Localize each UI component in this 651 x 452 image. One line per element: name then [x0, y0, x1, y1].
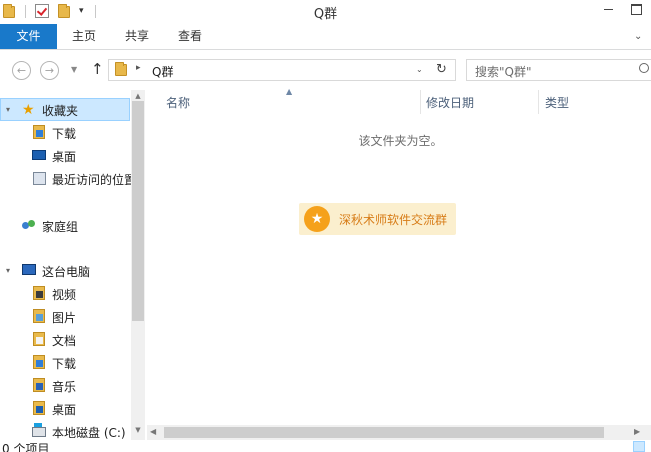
sidebar-item-label: 桌面	[52, 403, 77, 417]
tab-home[interactable]: 主页	[60, 24, 108, 49]
tab-share[interactable]: 共享	[113, 24, 161, 49]
sidebar-item-label: 下载	[52, 127, 77, 141]
maximize-button[interactable]	[622, 0, 650, 20]
sort-ascending-icon: ▲	[286, 87, 293, 96]
sidebar-item-label: 视频	[52, 288, 77, 302]
desktop-folder-icon	[33, 401, 45, 415]
sidebar-item-label: 文档	[52, 334, 77, 348]
refresh-button[interactable]: ↻	[428, 59, 456, 81]
recent-places-icon	[33, 172, 46, 185]
minimize-button[interactable]	[594, 0, 622, 20]
sidebar-item-pictures[interactable]: 图片	[0, 305, 130, 327]
star-icon: ★	[22, 102, 35, 118]
column-header-type[interactable]: 类型	[545, 94, 569, 111]
download-folder-icon	[33, 125, 45, 139]
drive-icon	[32, 423, 46, 437]
scroll-left-icon[interactable]: ◀	[150, 427, 156, 436]
back-button[interactable]: ←	[12, 61, 31, 80]
tab-view[interactable]: 查看	[166, 24, 214, 49]
videos-folder-icon	[33, 286, 45, 300]
tab-file[interactable]: 文件	[0, 24, 57, 49]
scroll-right-icon[interactable]: ▶	[634, 427, 640, 436]
pictures-folder-icon	[33, 309, 45, 323]
sidebar-item-desktop-pc[interactable]: 桌面	[0, 397, 130, 419]
chevron-right-icon[interactable]: ▸	[136, 63, 141, 73]
sidebar-scrollbar-thumb[interactable]	[132, 101, 144, 321]
expand-icon[interactable]: ▾	[6, 266, 10, 275]
expand-ribbon-icon[interactable]: ⌄	[634, 31, 642, 42]
homegroup-icon	[22, 219, 36, 231]
download-folder-icon	[33, 355, 45, 369]
sidebar-item-label: 最近访问的位置	[52, 173, 137, 187]
music-folder-icon	[33, 378, 45, 392]
sidebar-item-label: 收藏夹	[42, 104, 79, 118]
horizontal-scrollbar-thumb[interactable]	[164, 427, 604, 438]
sidebar-item-downloads-pc[interactable]: 下载	[0, 351, 130, 373]
expand-icon[interactable]: ▾	[6, 105, 10, 114]
sidebar-item-downloads[interactable]: 下载	[0, 121, 130, 143]
folder-icon	[115, 62, 127, 76]
address-path[interactable]: Q群	[152, 63, 173, 80]
forward-button[interactable]: →	[40, 61, 59, 80]
sidebar-item-favorites[interactable]: ▾ ★ 收藏夹	[0, 98, 130, 120]
column-header-date[interactable]: 修改日期	[426, 94, 474, 111]
status-bar: 0 个项目	[0, 440, 651, 452]
sidebar-item-label: 图片	[52, 311, 77, 325]
watermark-text: 深秋术师软件交流群	[339, 213, 448, 227]
column-header-name[interactable]: 名称	[166, 94, 190, 111]
search-placeholder: 搜索"Q群"	[475, 65, 532, 79]
navigation-bar: ← → ▼ ↑ ▸ Q群 ⌄ ↻ 搜索"Q群"	[0, 50, 651, 90]
search-icon[interactable]	[639, 63, 649, 73]
sidebar-item-label: 下载	[52, 357, 77, 371]
ribbon-tabs: 文件 主页 共享 查看 ⌄	[0, 24, 651, 50]
sidebar-item-label: 音乐	[52, 380, 77, 394]
window-title: Q群	[313, 7, 338, 22]
sidebar-item-desktop[interactable]: 桌面	[0, 144, 130, 166]
search-input[interactable]: 搜索"Q群"	[466, 59, 651, 81]
sidebar-item-recent[interactable]: 最近访问的位置	[0, 167, 136, 189]
computer-icon	[22, 264, 36, 275]
sidebar-item-music[interactable]: 音乐	[0, 374, 130, 396]
item-count: 0 个项目	[2, 442, 50, 452]
details-view-button[interactable]	[633, 441, 645, 452]
sidebar-item-local-disk[interactable]: 本地磁盘 (C:)	[0, 420, 130, 442]
sidebar-item-label: 桌面	[52, 150, 77, 164]
scroll-up-icon[interactable]: ▲	[131, 91, 145, 101]
sidebar-item-this-pc[interactable]: ▾ 这台电脑	[0, 259, 130, 281]
empty-folder-message: 该文件夹为空。	[358, 134, 443, 148]
star-icon: ★	[304, 206, 330, 232]
desktop-icon	[32, 150, 46, 160]
recent-locations-icon[interactable]: ▼	[71, 65, 77, 74]
watermark-badge: ★ 深秋术师软件交流群	[299, 203, 456, 235]
sidebar-item-label: 这台电脑	[42, 265, 91, 279]
sidebar-item-label: 家庭组	[42, 220, 79, 234]
up-button[interactable]: ↑	[91, 60, 104, 78]
file-list[interactable]: ▲ 名称 修改日期 类型 该文件夹为空。	[150, 87, 651, 425]
address-bar[interactable]: ▸ Q群 ⌄	[108, 59, 456, 81]
divider[interactable]	[420, 90, 421, 114]
chevron-down-icon[interactable]: ⌄	[416, 65, 423, 74]
documents-folder-icon	[33, 332, 45, 346]
scroll-down-icon[interactable]: ▼	[131, 425, 145, 435]
navigation-pane: ▾ ★ 收藏夹 下载 桌面 最近访问的位置 家庭组 ▾ 这台电脑 视频 图片 文…	[0, 90, 145, 452]
sidebar-item-documents[interactable]: 文档	[0, 328, 130, 350]
title-bar: ▾ Q群	[0, 0, 651, 24]
divider[interactable]	[538, 90, 539, 114]
sidebar-item-label: 本地磁盘 (C:)	[52, 426, 126, 440]
sidebar-item-homegroup[interactable]: 家庭组	[0, 214, 130, 236]
sidebar-item-videos[interactable]: 视频	[0, 282, 130, 304]
